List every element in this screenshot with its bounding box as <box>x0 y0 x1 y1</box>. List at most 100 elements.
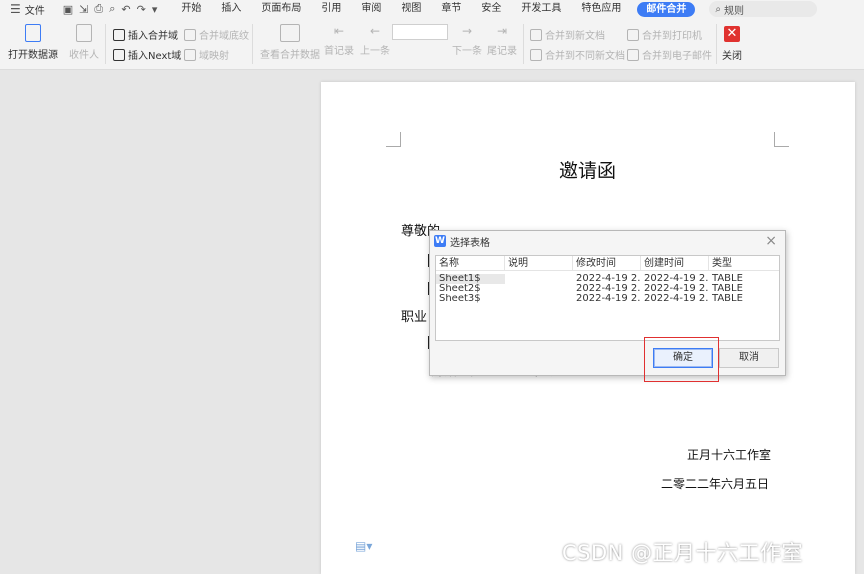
sheet-modified: 2022-4-19 2... <box>576 284 641 294</box>
sheet-type: TABLE <box>712 284 743 294</box>
tab-review[interactable]: 审阅 <box>351 0 391 18</box>
tab-home[interactable]: 开始 <box>171 0 211 18</box>
tab-features[interactable]: 特色应用 <box>571 0 631 18</box>
signature-date: 二零二二年六月五日 <box>661 477 770 491</box>
table-row[interactable]: Sheet3$ 2022-4-19 2... 2022-4-19 2... TA… <box>436 294 779 304</box>
field-mapping-button[interactable]: 域映射 <box>184 47 229 62</box>
table-header: 名称 说明 修改时间 创建时间 类型 <box>436 256 779 271</box>
sheet-name: Sheet3$ <box>439 294 481 304</box>
cancel-button[interactable]: 取消 <box>719 348 779 368</box>
next-record-label: 下一条 <box>452 46 482 57</box>
divider <box>105 24 106 64</box>
print-preview-icon[interactable]: ⌕ <box>109 2 115 16</box>
printer-icon <box>627 28 639 41</box>
field-shading-button[interactable]: 合并域底纹 <box>184 27 249 42</box>
tab-mail-merge[interactable]: 邮件合并 <box>637 1 696 17</box>
margin-corner-mark <box>774 132 789 147</box>
field-mapping-label: 域映射 <box>199 51 229 62</box>
print-icon[interactable]: ⎙ <box>94 2 103 16</box>
next-record-button[interactable]: → 下一条 <box>452 24 482 57</box>
insert-field-icon <box>113 28 125 41</box>
save-icon[interactable]: ▣ <box>63 3 73 16</box>
tab-security[interactable]: 安全 <box>471 0 511 18</box>
redo-icon[interactable]: ↷ <box>137 3 146 16</box>
column-header-name[interactable]: 名称 <box>436 256 505 271</box>
insert-next-field-button[interactable]: 插入Next域 <box>113 47 181 62</box>
merge-printer-button[interactable]: 合并到打印机 <box>627 27 702 42</box>
open-data-source-button[interactable]: 打开数据源 <box>8 24 58 61</box>
sheet-created: 2022-4-19 2... <box>644 284 709 294</box>
insert-merge-field-button[interactable]: 插入合并域 <box>113 27 178 42</box>
column-header-type[interactable]: 类型 <box>709 256 777 271</box>
divider <box>716 24 717 64</box>
quick-access-toolbar: ▣ ⇲ ⎙ ⌕ ↶ ↷ ▾ <box>63 2 158 16</box>
column-header-description[interactable]: 说明 <box>505 256 573 271</box>
column-header-modified[interactable]: 修改时间 <box>573 256 641 271</box>
wps-logo-icon: W <box>434 235 446 247</box>
previous-record-label: 上一条 <box>360 46 390 57</box>
menu-bar: ☰ 文件 ▣ ⇲ ⎙ ⌕ ↶ ↷ ▾ 开始 插入 页面布局 引用 审阅 视图 章… <box>0 0 864 18</box>
sheet-modified: 2022-4-19 2... <box>576 294 641 304</box>
first-record-button[interactable]: ⇤ 首记录 <box>324 24 354 57</box>
sheet-table: 名称 说明 修改时间 创建时间 类型 Sheet1$ 2022-4-19 2..… <box>435 255 780 341</box>
search-box[interactable]: ⌕ 规则 <box>709 1 818 17</box>
tab-references[interactable]: 引用 <box>311 0 351 18</box>
recipients-label: 收件人 <box>69 50 99 61</box>
sheet-description <box>505 274 573 284</box>
export-icon[interactable]: ⇲ <box>79 3 88 16</box>
menu-icon[interactable]: ☰ <box>10 2 21 16</box>
table-row[interactable]: Sheet2$ 2022-4-19 2... 2022-4-19 2... TA… <box>436 284 779 294</box>
close-icon[interactable]: × <box>765 233 777 249</box>
close-icon[interactable]: ✕ <box>724 26 740 42</box>
sheet-name: Sheet2$ <box>439 284 481 294</box>
column-header-created[interactable]: 创建时间 <box>641 256 709 271</box>
file-menu[interactable]: 文件 <box>25 2 45 17</box>
customize-icon[interactable]: ▾ <box>152 3 158 16</box>
last-record-button[interactable]: ⇥ 尾记录 <box>487 24 517 57</box>
tab-developer[interactable]: 开发工具 <box>511 0 571 18</box>
previous-record-button[interactable]: ← 上一条 <box>360 24 390 57</box>
merge-different-docs-button[interactable]: 合并到不同新文档 <box>530 47 625 62</box>
sheet-created: 2022-4-19 2... <box>644 274 709 284</box>
merge-new-doc-label: 合并到新文档 <box>545 31 605 42</box>
sheet-name: Sheet1$ <box>436 274 505 284</box>
ribbon-tabs: 开始 插入 页面布局 引用 审阅 视图 章节 安全 开发工具 特色应用 邮件合并 <box>171 0 701 18</box>
merge-new-doc-button[interactable]: 合并到新文档 <box>530 27 605 42</box>
dialog-title: 选择表格 <box>450 237 490 249</box>
sheet-type: TABLE <box>712 294 743 304</box>
ribbon: 打开数据源 收件人 插入合并域 合并域底纹 插入Next域 域映射 查看合并数据… <box>0 18 864 70</box>
highlight-annotation-box <box>644 337 719 382</box>
view-merged-data-button[interactable]: 查看合并数据 <box>260 24 320 61</box>
tab-view[interactable]: 视图 <box>391 0 431 18</box>
insert-merge-field-label: 插入合并域 <box>128 31 178 42</box>
search-label: 规则 <box>723 5 744 17</box>
sheet-created: 2022-4-19 2... <box>644 294 709 304</box>
recipients-button[interactable]: 收件人 <box>69 24 99 61</box>
sheet-description <box>505 294 573 304</box>
first-record-icon: ⇤ <box>333 24 345 38</box>
record-number-input[interactable] <box>392 24 448 40</box>
shading-icon <box>184 28 196 41</box>
merge-different-docs-label: 合并到不同新文档 <box>545 51 625 62</box>
data-source-icon <box>25 24 41 42</box>
email-icon <box>627 48 639 61</box>
view-data-icon <box>280 24 300 42</box>
mapping-icon <box>184 48 196 61</box>
close-button[interactable]: 关闭 <box>722 47 742 62</box>
tab-section[interactable]: 章节 <box>431 0 471 18</box>
sheet-type: TABLE <box>712 274 743 284</box>
last-record-icon: ⇥ <box>496 24 508 38</box>
tab-insert[interactable]: 插入 <box>211 0 251 18</box>
field-shading-label: 合并域底纹 <box>199 31 249 42</box>
table-row[interactable]: Sheet1$ 2022-4-19 2... 2022-4-19 2... TA… <box>436 274 779 284</box>
arrow-left-icon: ← <box>369 24 381 38</box>
divider <box>523 24 524 64</box>
view-merged-data-label: 查看合并数据 <box>260 50 320 61</box>
sheet-modified: 2022-4-19 2... <box>576 274 641 284</box>
merge-email-button[interactable]: 合并到电子邮件 <box>627 47 712 62</box>
document-icon[interactable]: ▤▾ <box>355 539 372 553</box>
tab-page-layout[interactable]: 页面布局 <box>251 0 311 18</box>
dialog-titlebar: W 选择表格 <box>430 231 785 251</box>
undo-icon[interactable]: ↶ <box>121 3 130 16</box>
signature-studio: 正月十六工作室 <box>687 448 772 462</box>
